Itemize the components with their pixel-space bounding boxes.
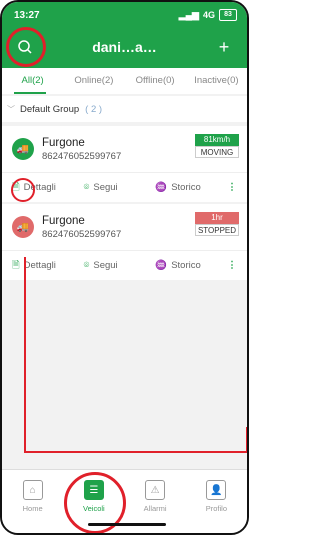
- history-button[interactable]: ♒ Storico: [155, 182, 227, 193]
- tab-all[interactable]: All(2): [2, 68, 63, 94]
- active-tab-indicator: [14, 92, 46, 94]
- vehicle-row[interactable]: 🚚 Furgone 862476052599767 81km/h MOVING: [2, 126, 247, 172]
- nav-profile[interactable]: 👤 Profilo: [191, 480, 241, 513]
- nav-home[interactable]: ⌂ Home: [8, 480, 58, 513]
- status-badge: STOPPED: [195, 224, 239, 236]
- home-icon: ⌂: [22, 480, 43, 500]
- annotation-circle-search: [6, 27, 46, 67]
- vehicle-name: Furgone: [42, 214, 85, 227]
- route-icon: ♒: [155, 260, 168, 271]
- signal-icon: ▂▄▆: [178, 9, 199, 20]
- vehicle-actions: 🗎 Dettagli ⌾ Segui ♒ Storico ⋮: [2, 250, 247, 280]
- phone-screen: 13:27 ▂▄▆ 4G 83 dani…a… + All(2) Online(…: [0, 0, 249, 535]
- more-icon[interactable]: ⋮: [227, 182, 237, 193]
- vehicle-id: 862476052599767: [42, 228, 122, 240]
- location-pin-icon: ⌾: [83, 182, 90, 193]
- vehicle-card[interactable]: 🚚 Furgone 862476052599767 81km/h MOVING …: [2, 126, 247, 202]
- duration-badge: 1hr: [195, 212, 239, 224]
- more-icon[interactable]: ⋮: [227, 260, 237, 271]
- chevron-down-icon: ﹀: [7, 104, 15, 114]
- vehicle-name: Furgone: [42, 136, 85, 149]
- profile-icon: 👤: [206, 480, 227, 500]
- plus-icon: +: [218, 36, 230, 57]
- vehicle-row[interactable]: 🚚 Furgone 862476052599767 1hr STOPPED: [2, 204, 247, 250]
- nav-alarms-label: Allarmi: [143, 504, 167, 513]
- network-label: 4G: [202, 10, 215, 20]
- annotation-line: [24, 451, 247, 453]
- status-right: ▂▄▆ 4G 83: [179, 9, 237, 21]
- details-button[interactable]: 🗎 Dettagli: [12, 258, 84, 274]
- home-indicator: [88, 523, 166, 526]
- follow-button[interactable]: ⌾ Segui: [84, 260, 156, 271]
- annotation-line: [24, 257, 26, 452]
- status-badge: MOVING: [195, 146, 239, 158]
- tab-online[interactable]: Online(2): [63, 68, 124, 94]
- status-tabs: All(2) Online(2) Offline(0) Inactive(0): [2, 68, 247, 94]
- tab-inactive[interactable]: Inactive(0): [186, 68, 247, 94]
- truck-icon: 🚚: [12, 138, 34, 160]
- truck-icon: 🚚: [12, 216, 34, 238]
- status-bar: 13:27 ▂▄▆ 4G 83: [14, 8, 237, 22]
- annotation-line: [246, 427, 247, 453]
- nav-profile-label: Profilo: [205, 504, 227, 513]
- group-count: ( 2 ): [85, 103, 103, 115]
- alarm-icon: ⚠: [145, 480, 166, 500]
- history-button[interactable]: ♒ Storico: [155, 260, 227, 271]
- speed-badge: 81km/h: [195, 134, 239, 146]
- vehicle-actions: 🗎 Dettagli ⌾ Segui ♒ Storico ⋮: [2, 172, 247, 202]
- nav-home-label: Home: [22, 504, 43, 513]
- add-button[interactable]: +: [211, 34, 237, 60]
- tab-offline[interactable]: Offline(0): [125, 68, 186, 94]
- vehicle-id: 862476052599767: [42, 150, 122, 162]
- document-icon: 🗎: [12, 259, 20, 271]
- route-icon: ♒: [155, 182, 168, 193]
- group-name: Default Group: [20, 103, 80, 115]
- battery-icon: 83: [219, 9, 237, 21]
- status-time: 13:27: [14, 9, 40, 21]
- location-pin-icon: ⌾: [83, 260, 90, 271]
- follow-button[interactable]: ⌾ Segui: [84, 182, 156, 193]
- page-title: dani…a…: [92, 39, 157, 55]
- vehicle-card[interactable]: 🚚 Furgone 862476052599767 1hr STOPPED 🗎 D…: [2, 204, 247, 280]
- annotation-circle-truck: [11, 178, 35, 202]
- group-header[interactable]: ﹀ Default Group ( 2 ): [2, 96, 247, 122]
- nav-alarms[interactable]: ⚠ Allarmi: [130, 480, 180, 513]
